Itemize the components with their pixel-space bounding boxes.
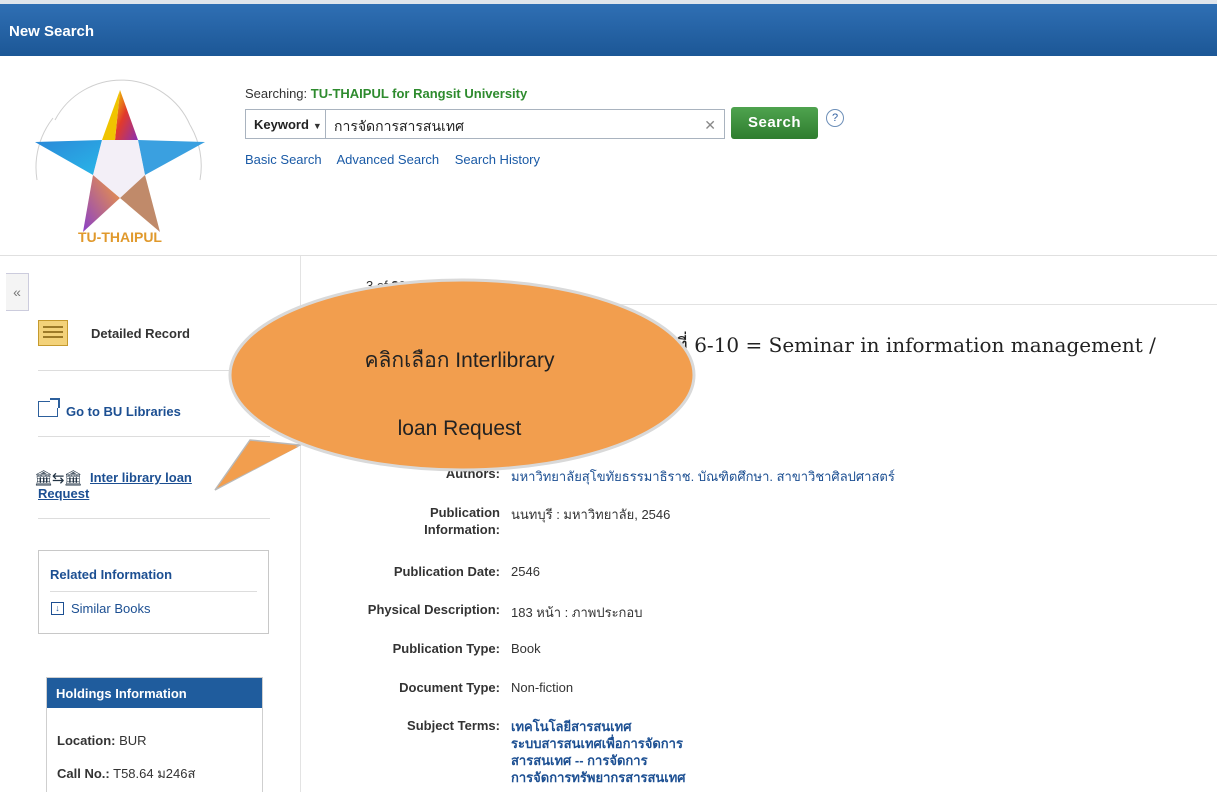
publication-date-value: 2546 [511,564,540,579]
holdings-location: Location: BUR [57,733,147,748]
subject-term-link[interactable]: สารสนเทศ -- การจัดการ [511,752,686,769]
publication-type-value: Book [511,641,541,656]
related-information-panel: Related Information ↓ Similar Books [38,550,269,634]
content-divider [312,304,1217,305]
tu-thaipul-logo: TU-THAIPUL [35,79,205,245]
top-bar: New Search [0,0,1217,56]
external-link-icon [38,398,60,417]
next-result-icon[interactable]: ▶ [423,282,431,293]
related-divider [50,591,257,592]
publication-type-label: Publication Type: [392,641,500,656]
callout-text: คลิกเลือก Interlibrary loan Request [232,327,687,463]
basic-search-link[interactable]: Basic Search [245,152,322,167]
record-title: ย่วยที่ 6-10 = Seminar in information ma… [640,333,1156,357]
field-select-dropdown[interactable]: Keyword ▼ [245,109,325,139]
subject-terms-label: Subject Terms: [407,718,500,733]
advanced-search-link[interactable]: Advanced Search [337,152,440,167]
search-bar: Keyword ▼ การจัดการสารสนเทศ ✕ [245,109,725,139]
clear-icon[interactable]: ✕ [704,117,716,134]
authors-value[interactable]: มหาวิทยาลัยสุโขทัยธรรมาธิราช. บัณฑิตศึกษ… [511,466,895,487]
callno-value: T58.64 ม246ส [113,766,196,781]
search-input[interactable]: การจัดการสารสนเทศ ✕ [325,109,725,139]
subject-term-link[interactable]: การจัดการทรัพยากรสารสนเทศ [511,769,686,786]
field-select-value: Keyword [254,117,309,132]
searching-line: Searching: TU-THAIPUL for Rangsit Univer… [245,86,527,101]
publication-information-value: นนทบุรี : มหาวิทยาลัย, 2546 [511,507,671,522]
result-of-label: of [376,278,388,293]
related-information-title: Related Information [50,567,173,582]
searching-target: TU-THAIPUL for Rangsit University [310,86,528,101]
download-box-icon: ↓ [51,602,64,615]
publication-information-label: Publication Information: [424,505,500,537]
inter-library-loan-link[interactable]: Inter library loan Request [38,470,238,502]
search-query: การจัดการสารสนเทศ [334,118,464,134]
callout-line-1: คลิกเลือก Interlibrary [364,349,555,372]
result-position: 3 [366,278,374,293]
physical-description-value: 183 หน้า : ภาพประกอบ [511,605,643,620]
searching-label: Searching: [245,86,308,101]
document-type-label: Document Type: [399,680,500,695]
physical-description-label: Physical Description: [367,602,500,617]
detailed-record-label[interactable]: Detailed Record [91,326,190,341]
callno-label: Call No.: [57,766,110,781]
chevron-down-icon: ▼ [312,121,322,131]
subject-term-link[interactable]: เทคโนโลยีสารสนเทศ [511,718,686,735]
publication-date-label: Publication Date: [393,564,500,579]
search-history-link[interactable]: Search History [455,152,540,167]
go-to-bu-link[interactable]: Go to BU Libraries [66,404,181,419]
holdings-title: Holdings Information [47,678,262,708]
holdings-callno: Call No.: T58.64 ม246ส [57,763,195,784]
location-value: BUR [119,733,147,748]
sidebar-separator [38,518,270,519]
logo-text: TU-THAIPUL [78,229,162,245]
location-label: Location: [57,733,116,748]
detailed-record-icon [38,320,68,346]
search-button[interactable]: Search [731,107,818,139]
help-icon[interactable]: ? [826,109,844,127]
callout-line-2: loan Request [397,417,522,440]
similar-books-link[interactable]: Similar Books [71,601,150,616]
result-total: 264 [391,278,414,293]
result-navigation: 3 of 264 ▶ [366,278,430,293]
new-search-title[interactable]: New Search [9,23,94,40]
document-type-value: Non-fiction [511,680,574,695]
subject-term-link[interactable]: ระบบสารสนเทศเพื่อการจัดการ [511,735,686,752]
subject-terms-list: เทคโนโลยีสารสนเทศ ระบบสารสนเทศเพื่อการจั… [511,718,686,786]
search-links: Basic Search Advanced Search Search Hist… [245,152,552,167]
header-divider [0,255,1217,256]
authors-label: Authors: [445,466,500,481]
collapse-sidebar-icon[interactable]: « [6,273,29,311]
holdings-panel: Holdings Information Location: BUR Call … [46,677,263,792]
